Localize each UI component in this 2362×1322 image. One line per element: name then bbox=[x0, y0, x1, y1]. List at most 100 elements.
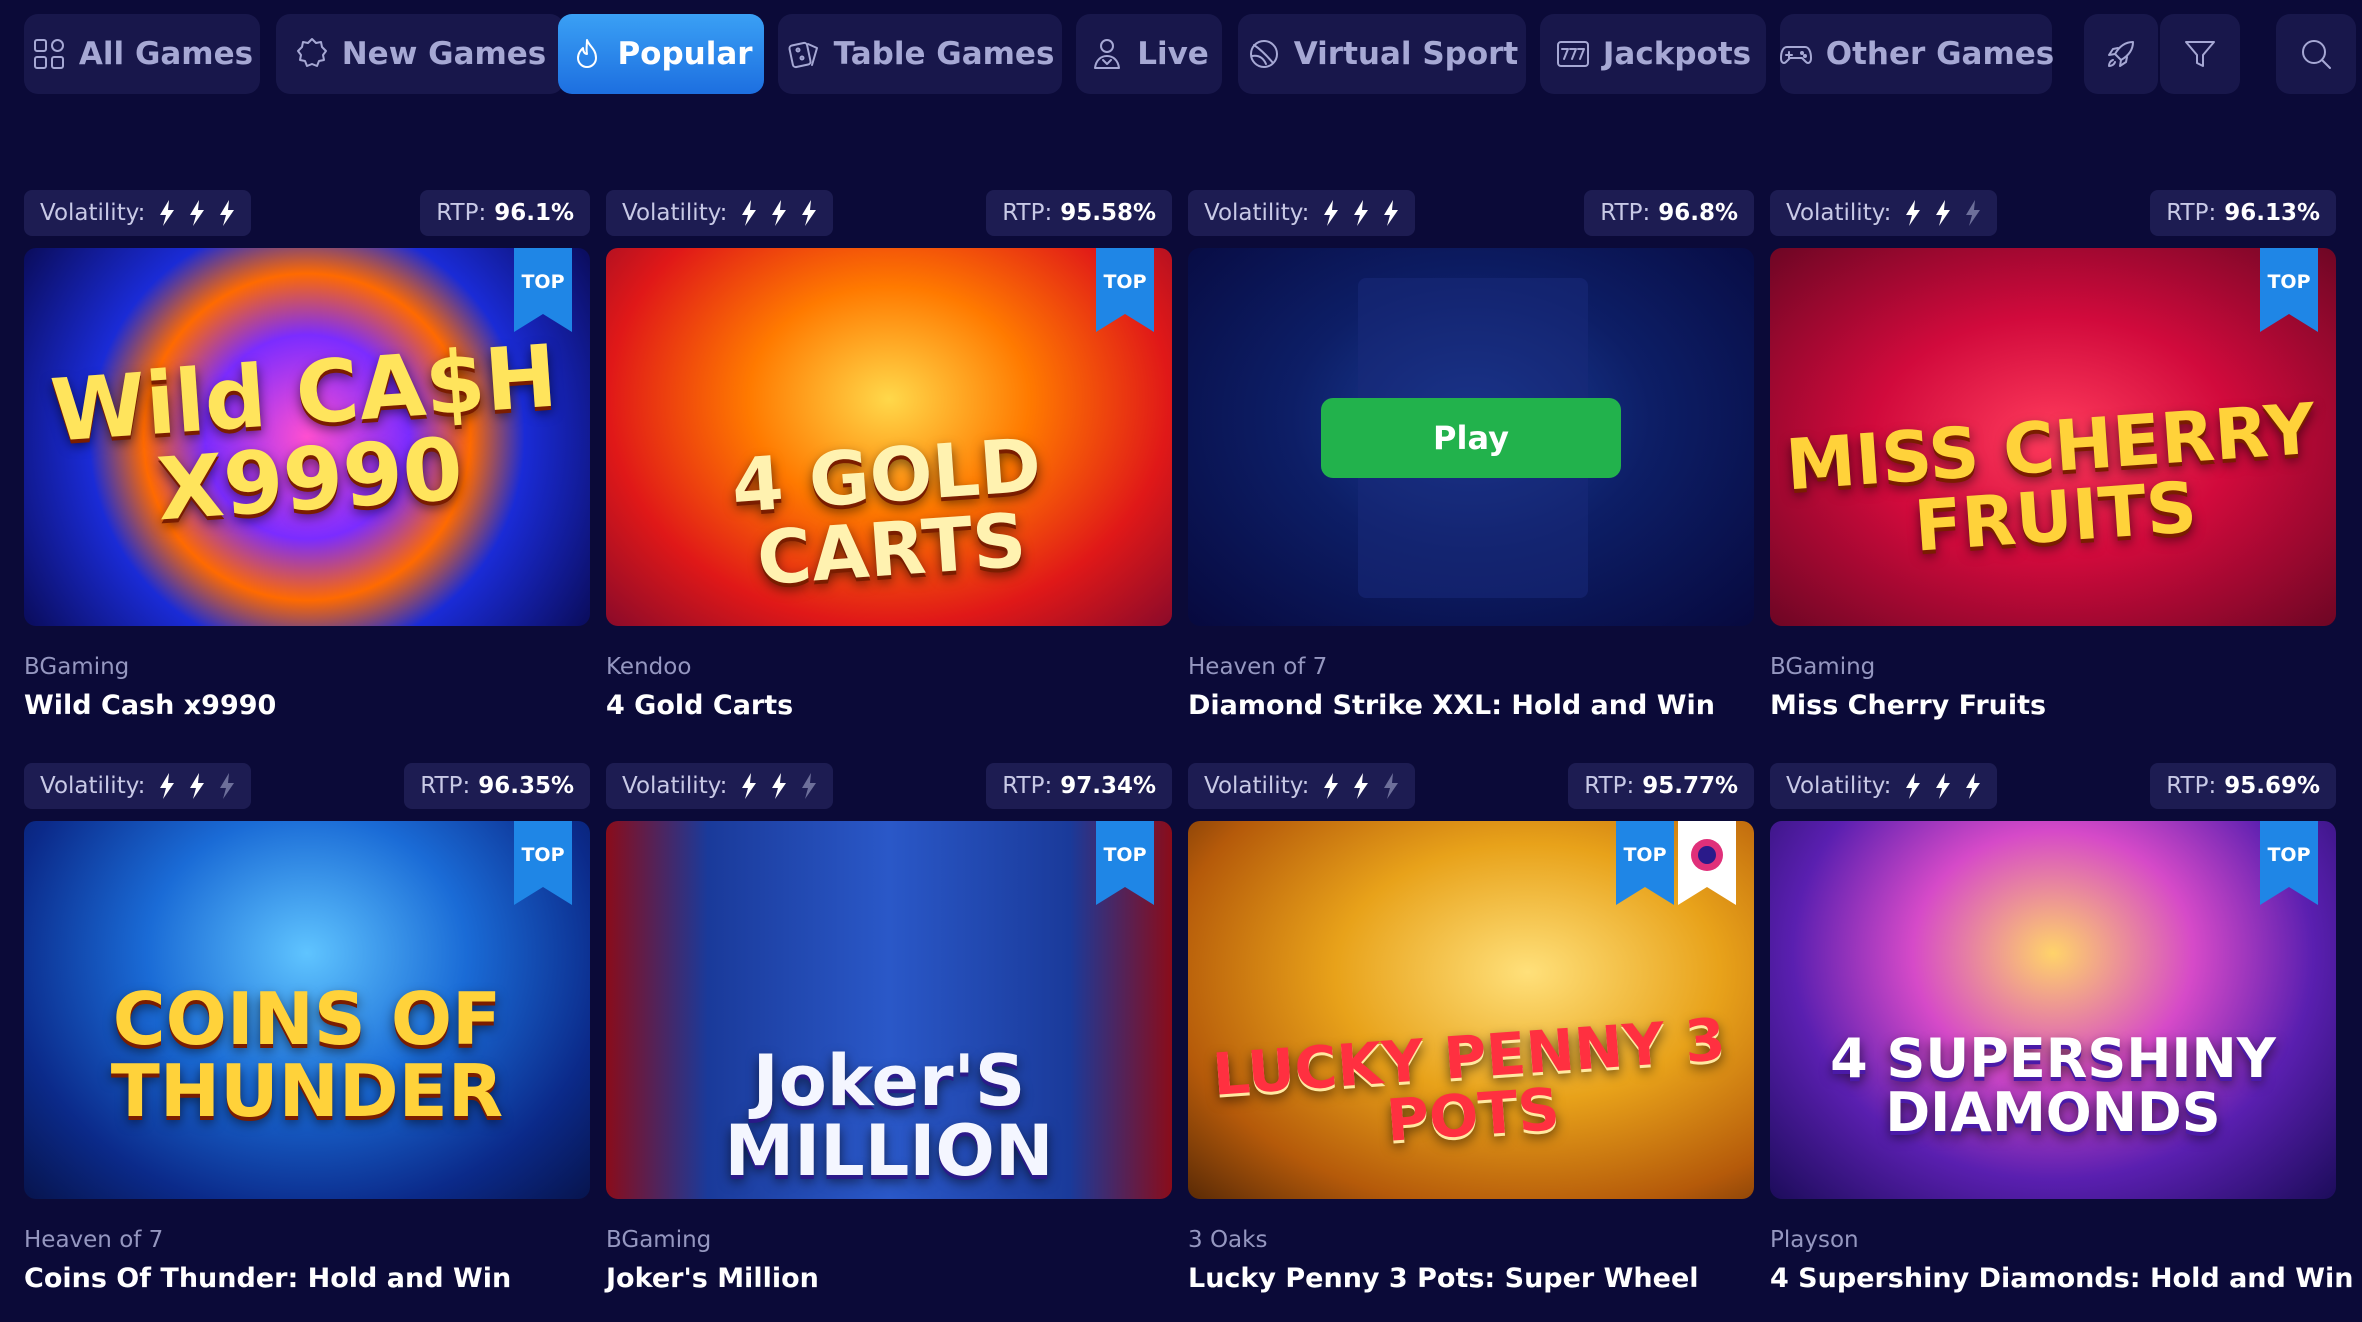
rtp-chip: RTP: 95.58% bbox=[986, 190, 1172, 236]
rtp-value: 95.69% bbox=[2224, 773, 2320, 799]
rocket-button[interactable] bbox=[2084, 14, 2158, 94]
volatility-label: Volatility: bbox=[1204, 773, 1310, 799]
game-title[interactable]: 4 Supershiny Diamonds: Hold and Win bbox=[1770, 1263, 2354, 1294]
game-card[interactable]: Volatility: RTP: 95.58% 4 GOLD CARTS TOP… bbox=[606, 190, 1172, 721]
rtp-label: RTP: bbox=[2166, 773, 2217, 799]
game-card[interactable]: Volatility: RTP: 96.8% Play Heaven of 7 … bbox=[1188, 190, 1754, 721]
card-meta: Volatility: RTP: 96.13% bbox=[1770, 190, 2336, 236]
rtp-label: RTP: bbox=[436, 200, 487, 226]
bolt-icon-dim bbox=[1384, 773, 1399, 799]
game-art-title: MISS CHERRY FRUITS bbox=[1783, 388, 2318, 569]
card-meta: Volatility: RTP: 96.8% bbox=[1188, 190, 1754, 236]
game-title[interactable]: Lucky Penny 3 Pots: Super Wheel bbox=[1188, 1263, 1699, 1294]
tab-table-games[interactable]: Table Games bbox=[778, 14, 1062, 94]
svg-text:TOP: TOP bbox=[1103, 271, 1146, 293]
bolt-icon bbox=[160, 200, 175, 226]
search-button[interactable] bbox=[2276, 14, 2356, 94]
bolt-icon bbox=[190, 773, 205, 799]
tab-live[interactable]: Live bbox=[1076, 14, 1222, 94]
rtp-value: 96.13% bbox=[2224, 200, 2320, 226]
game-thumbnail[interactable]: 4 GOLD CARTS TOP bbox=[606, 248, 1172, 626]
bolt-icon-dim bbox=[1966, 200, 1981, 226]
tab-new-games[interactable]: New Games bbox=[276, 14, 564, 94]
tab-jackpots[interactable]: Jackpots bbox=[1540, 14, 1766, 94]
rtp-chip: RTP: 95.77% bbox=[1568, 763, 1754, 809]
play-button[interactable]: Play bbox=[1321, 398, 1621, 478]
game-provider: BGaming bbox=[1770, 654, 1876, 680]
volatility-label: Volatility: bbox=[40, 200, 146, 226]
top-badge: TOP bbox=[514, 248, 572, 332]
volatility-chip: Volatility: bbox=[1188, 763, 1416, 809]
search-icon bbox=[2302, 40, 2331, 69]
game-provider: Heaven of 7 bbox=[1188, 654, 1328, 680]
volatility-label: Volatility: bbox=[1204, 200, 1310, 226]
bolt-icon bbox=[772, 773, 787, 799]
new-badge-icon bbox=[296, 38, 327, 67]
volatility-chip: Volatility: bbox=[1770, 763, 1998, 809]
bolt-icon bbox=[802, 200, 817, 226]
top-badge: TOP bbox=[1616, 821, 1674, 905]
top-badge: TOP bbox=[1096, 821, 1154, 905]
game-provider: 3 Oaks bbox=[1188, 1227, 1268, 1253]
game-card[interactable]: Volatility: RTP: 95.77% LUCKY PENNY 3 PO… bbox=[1188, 763, 1754, 1294]
game-title[interactable]: 4 Gold Carts bbox=[606, 690, 793, 721]
bolt-icon bbox=[772, 200, 787, 226]
game-thumbnail[interactable]: Joker'S MILLION TOP bbox=[606, 821, 1172, 1199]
game-thumbnail[interactable]: Play bbox=[1188, 248, 1754, 626]
rtp-label: RTP: bbox=[1600, 200, 1651, 226]
volatility-chip: Volatility: bbox=[1770, 190, 1998, 236]
svg-text:TOP: TOP bbox=[1103, 844, 1146, 866]
game-thumbnail[interactable]: Wild CA$H X9990 TOP bbox=[24, 248, 590, 626]
dealer-icon bbox=[1094, 39, 1121, 69]
game-card[interactable]: Volatility: RTP: 96.13% MISS CHERRY FRUI… bbox=[1770, 190, 2336, 721]
volatility-chip: Volatility: bbox=[606, 190, 834, 236]
game-title[interactable]: Miss Cherry Fruits bbox=[1770, 690, 2046, 721]
game-provider: Heaven of 7 bbox=[24, 1227, 164, 1253]
rocket-icon bbox=[2108, 41, 2134, 67]
game-card[interactable]: Volatility: RTP: 96.35% COINS OF THUNDER… bbox=[24, 763, 590, 1294]
game-art-title: Joker'S MILLION bbox=[724, 1039, 1054, 1192]
game-thumbnail[interactable]: LUCKY PENNY 3 POTS TOP bbox=[1188, 821, 1754, 1199]
game-title[interactable]: Coins Of Thunder: Hold and Win bbox=[24, 1263, 511, 1294]
game-title[interactable]: Wild Cash x9990 bbox=[24, 690, 276, 721]
rtp-value: 95.77% bbox=[1642, 773, 1738, 799]
bolt-icon bbox=[1966, 773, 1981, 799]
game-card[interactable]: Volatility: RTP: 97.34% Joker'S MILLION … bbox=[606, 763, 1172, 1294]
777-icon bbox=[1556, 41, 1589, 67]
game-provider: BGaming bbox=[606, 1227, 712, 1253]
svg-text:TOP: TOP bbox=[521, 271, 564, 293]
game-thumbnail[interactable]: COINS OF THUNDER TOP bbox=[24, 821, 590, 1199]
ball-icon bbox=[1249, 40, 1278, 68]
tab-label: Popular bbox=[617, 36, 753, 72]
filter-button[interactable] bbox=[2160, 14, 2240, 94]
card-meta: Volatility: RTP: 95.69% bbox=[1770, 763, 2336, 809]
rtp-label: RTP: bbox=[1002, 773, 1053, 799]
tab-other-games[interactable]: Other Games bbox=[1779, 14, 2055, 94]
volatility-label: Volatility: bbox=[1786, 773, 1892, 799]
rtp-label: RTP: bbox=[420, 773, 471, 799]
top-badge: TOP bbox=[2260, 248, 2318, 332]
game-title[interactable]: Joker's Million bbox=[606, 1263, 819, 1294]
tab-label: Other Games bbox=[1825, 36, 2055, 72]
card-meta: Volatility: RTP: 96.1% bbox=[24, 190, 590, 236]
tab-all-games[interactable]: All Games bbox=[24, 14, 260, 94]
top-badge: TOP bbox=[514, 821, 572, 905]
game-art-title: 4 SUPERSHINY DIAMONDS bbox=[1830, 1026, 2276, 1144]
bolt-icon bbox=[742, 773, 757, 799]
game-card[interactable]: Volatility: RTP: 95.69% 4 SUPERSHINY DIA… bbox=[1770, 763, 2354, 1294]
rtp-chip: RTP: 95.69% bbox=[2150, 763, 2336, 809]
tab-virtual-sport[interactable]: Virtual Sport bbox=[1238, 14, 1526, 94]
rtp-chip: RTP: 96.35% bbox=[404, 763, 590, 809]
card-meta: Volatility: RTP: 95.58% bbox=[606, 190, 1172, 236]
game-thumbnail[interactable]: MISS CHERRY FRUITS TOP bbox=[1770, 248, 2336, 626]
rtp-value: 96.1% bbox=[494, 200, 574, 226]
gamepad-icon bbox=[1779, 46, 1812, 64]
game-thumbnail[interactable]: 4 SUPERSHINY DIAMONDS TOP bbox=[1770, 821, 2336, 1199]
game-title[interactable]: Diamond Strike XXL: Hold and Win bbox=[1188, 690, 1715, 721]
bolt-icon-dim bbox=[802, 773, 817, 799]
bolt-icon bbox=[190, 200, 205, 226]
card-meta: Volatility: RTP: 97.34% bbox=[606, 763, 1172, 809]
game-provider: Kendoo bbox=[606, 654, 692, 680]
game-card[interactable]: Volatility: RTP: 96.1% Wild CA$H X9990 T… bbox=[24, 190, 590, 721]
tab-popular[interactable]: Popular bbox=[558, 14, 764, 94]
